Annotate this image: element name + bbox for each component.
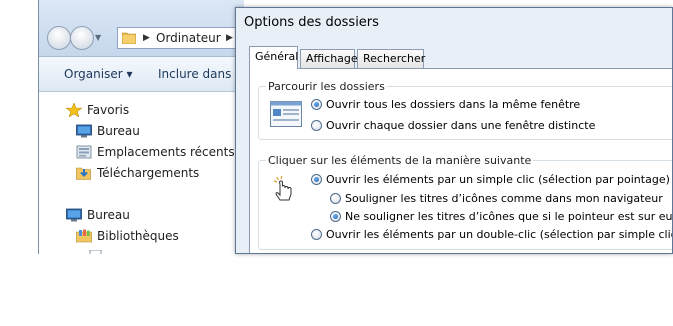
browse-folders-illustration-icon (270, 101, 302, 127)
folder-options-dialog: Options des dossiers Général Affichage R… (235, 7, 673, 254)
back-button[interactable] (47, 26, 71, 50)
address-bar[interactable]: ▶ Ordinateur ▶ (117, 27, 244, 49)
double-click-option[interactable]: Ouvrir les éléments par un double-clic (… (311, 228, 672, 242)
forward-button[interactable] (70, 26, 94, 50)
tab-search[interactable]: Rechercher (357, 49, 425, 68)
double-click-radio[interactable] (311, 229, 322, 240)
open-separate-window-option[interactable]: Ouvrir chaque dossier dans une fenêtre d… (311, 119, 672, 133)
single-click-radio[interactable] (311, 174, 322, 185)
tab-general[interactable]: Général (249, 46, 298, 69)
breadcrumb-computer[interactable]: Ordinateur (156, 30, 221, 46)
open-separate-window-radio[interactable] (311, 120, 322, 131)
underline-like-browser-option[interactable]: Souligner les titres d’icônes comme dans… (330, 192, 672, 206)
click-items-legend: Cliquer sur les éléments de la manière s… (266, 154, 534, 167)
general-tab-panel: Parcourir les dossiers Ouvrir tous les d… (249, 68, 672, 253)
open-same-window-option[interactable]: Ouvrir tous les dossiers dans la même fe… (311, 98, 672, 112)
dialog-title: Options des dossiers (244, 15, 379, 30)
star-icon (66, 103, 82, 117)
document-icon (89, 250, 102, 254)
desktop-icon (66, 208, 82, 222)
recent-places-icon (76, 145, 92, 159)
underline-like-browser-radio[interactable] (330, 193, 341, 204)
organize-menu-button[interactable]: Organiser ▾ (64, 67, 132, 81)
tab-view[interactable]: Affichage (300, 49, 358, 68)
computer-folder-icon (122, 32, 136, 44)
single-click-option[interactable]: Ouvrir les éléments par un simple clic (… (311, 173, 672, 187)
recent-pages-chevron-icon[interactable]: ▼ (95, 30, 105, 46)
libraries-icon (76, 229, 92, 243)
pointing-hand-icon (273, 175, 292, 201)
include-in-library-button[interactable]: Inclure dans la (158, 67, 244, 81)
open-same-window-radio[interactable] (311, 99, 322, 110)
breadcrumb-separator-icon[interactable]: ▶ (143, 29, 150, 47)
explorer-toolbar: Organiser ▾ Inclure dans la (39, 57, 244, 92)
breadcrumb-separator-icon[interactable]: ▶ (226, 29, 233, 47)
browse-folders-legend: Parcourir les dossiers (266, 80, 387, 93)
downloads-folder-icon (76, 167, 91, 180)
explorer-window: ▼ ▶ Ordinateur ▶ Organiser ▾ Inclure dan… (38, 0, 244, 254)
desktop-icon (76, 124, 92, 138)
underline-on-hover-radio[interactable] (330, 211, 341, 222)
navigation-tree: Favoris Bureau Emplacements récents Télé… (39, 92, 244, 254)
explorer-navigation-bar: ▼ ▶ Ordinateur ▶ (39, 0, 244, 57)
underline-on-hover-option[interactable]: Ne souligner les titres d’icônes que si … (330, 210, 672, 224)
